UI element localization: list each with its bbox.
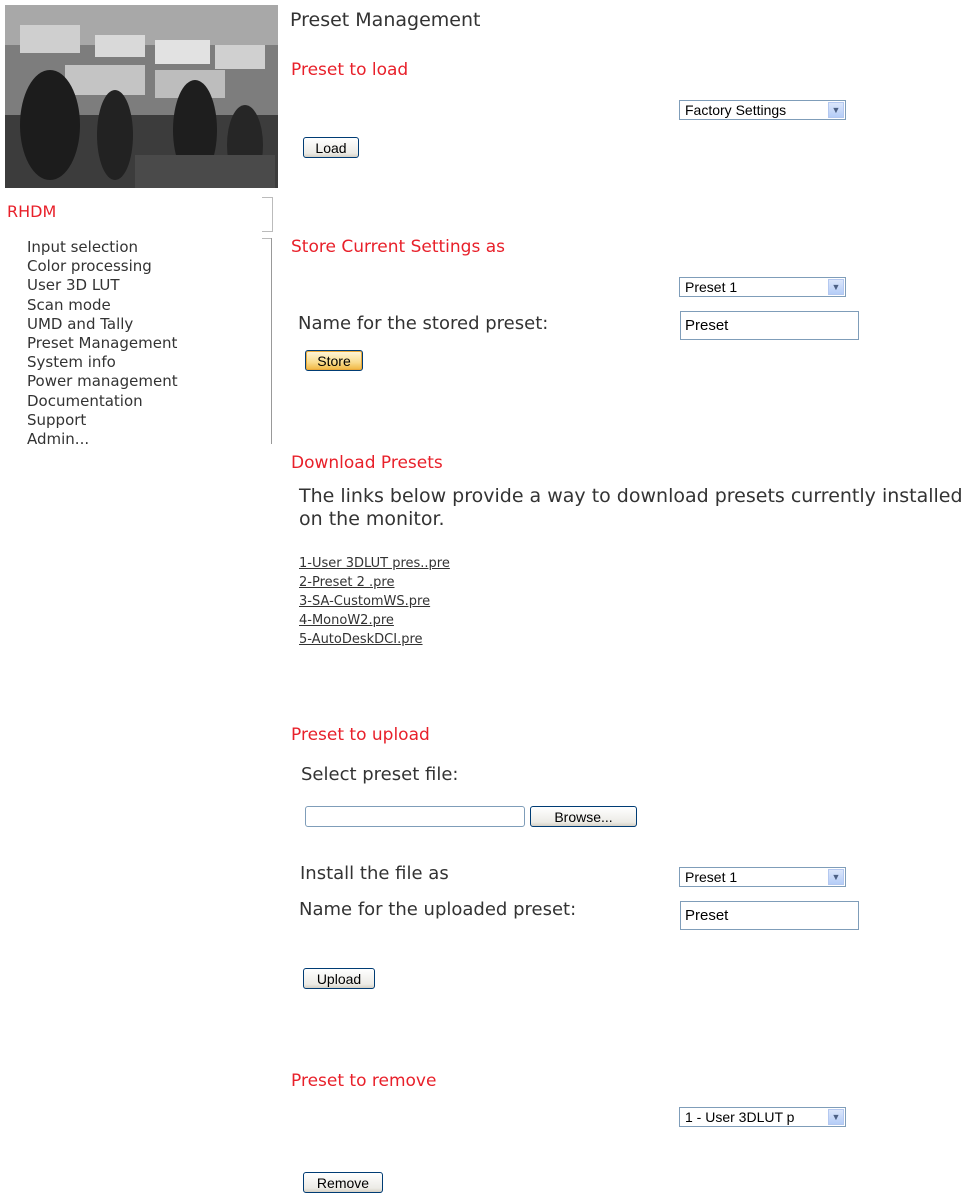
sidebar-item-power-management[interactable]: Power management	[27, 372, 178, 391]
preset-file-input[interactable]	[305, 806, 525, 827]
browse-button[interactable]: Browse...	[530, 806, 637, 827]
sidebar-item-documentation[interactable]: Documentation	[27, 392, 178, 411]
page-title: Preset Management	[290, 9, 481, 31]
chevron-down-icon: ▼	[828, 279, 844, 295]
list-item: 2-Preset 2 .pre	[299, 573, 450, 592]
store-preset-select-value: Preset 1	[685, 279, 738, 295]
remove-preset-select[interactable]: 1 - User 3DLUT p ▼	[679, 1107, 846, 1127]
brand-label: RHDM	[7, 202, 57, 221]
sidebar-item-admin[interactable]: Admin...	[27, 430, 178, 449]
sidebar-item-system-info[interactable]: System info	[27, 353, 178, 372]
list-item: 3-SA-CustomWS.pre	[299, 592, 450, 611]
sidebar-item-color-processing[interactable]: Color processing	[27, 257, 178, 276]
remove-button[interactable]: Remove	[303, 1172, 383, 1193]
sidebar-item-scan-mode[interactable]: Scan mode	[27, 296, 178, 315]
sidebar-item-support[interactable]: Support	[27, 411, 178, 430]
sidebar-item-user-3d-lut[interactable]: User 3D LUT	[27, 276, 178, 295]
sidebar-item-umd-and-tally[interactable]: UMD and Tally	[27, 315, 178, 334]
install-preset-select[interactable]: Preset 1 ▼	[679, 867, 846, 887]
chevron-down-icon: ▼	[828, 1109, 844, 1125]
brand-bracket	[262, 197, 273, 232]
load-section-title: Preset to load	[291, 60, 409, 80]
list-item: 4-MonoW2.pre	[299, 611, 450, 630]
install-preset-select-value: Preset 1	[685, 869, 738, 885]
download-link[interactable]: 4-MonoW2.pre	[299, 613, 394, 628]
chevron-down-icon: ▼	[828, 102, 844, 118]
download-link[interactable]: 1-User 3DLUT pres..pre	[299, 556, 450, 571]
select-preset-file-label: Select preset file:	[301, 764, 459, 785]
download-link[interactable]: 2-Preset 2 .pre	[299, 575, 394, 590]
download-links-list: 1-User 3DLUT pres..pre 2-Preset 2 .pre 3…	[299, 554, 450, 649]
remove-preset-select-value: 1 - User 3DLUT p	[685, 1109, 795, 1125]
stored-preset-name-input[interactable]: Preset	[680, 311, 859, 340]
remove-section-title: Preset to remove	[291, 1071, 437, 1091]
sidebar-nav: Input selection Color processing User 3D…	[27, 238, 178, 449]
control-room-photo	[5, 5, 278, 188]
sidebar-item-preset-management[interactable]: Preset Management	[27, 334, 178, 353]
sidebar-item-input-selection[interactable]: Input selection	[27, 238, 178, 257]
load-preset-select[interactable]: Factory Settings ▼	[679, 100, 846, 120]
download-description: The links below provide a way to downloa…	[299, 485, 963, 530]
install-as-label: Install the file as	[300, 863, 449, 884]
store-preset-select[interactable]: Preset 1 ▼	[679, 277, 846, 297]
download-link[interactable]: 3-SA-CustomWS.pre	[299, 594, 430, 609]
download-link[interactable]: 5-AutoDeskDCI.pre	[299, 632, 423, 647]
upload-section-title: Preset to upload	[291, 725, 430, 745]
uploaded-preset-name-label: Name for the uploaded preset:	[299, 899, 577, 920]
chevron-down-icon: ▼	[828, 869, 844, 885]
store-button[interactable]: Store	[305, 350, 363, 371]
load-button[interactable]: Load	[303, 137, 359, 158]
store-section-title: Store Current Settings as	[291, 237, 505, 257]
download-section-title: Download Presets	[291, 453, 443, 473]
stored-preset-name-label: Name for the stored preset:	[298, 313, 549, 334]
upload-button[interactable]: Upload	[303, 968, 375, 989]
uploaded-preset-name-input[interactable]: Preset	[680, 901, 859, 930]
sidebar-divider	[271, 238, 272, 444]
list-item: 1-User 3DLUT pres..pre	[299, 554, 450, 573]
list-item: 5-AutoDeskDCI.pre	[299, 630, 450, 649]
load-preset-select-value: Factory Settings	[685, 102, 787, 118]
